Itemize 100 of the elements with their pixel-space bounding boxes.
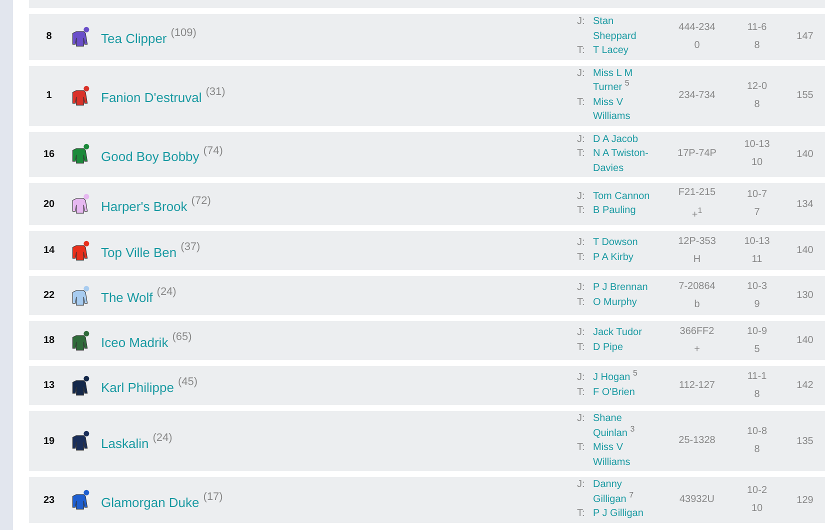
horse-name[interactable]: Top Ville Ben xyxy=(101,245,177,260)
trainer-label: T: xyxy=(577,250,586,265)
trainer-label: T: xyxy=(577,296,586,310)
trainer-name[interactable]: D Pipe xyxy=(593,340,655,356)
runner-number: 1 xyxy=(45,90,53,101)
runner-number: 19 xyxy=(42,436,56,447)
horse-rating: (31) xyxy=(206,86,226,98)
age-text: 8 xyxy=(754,388,760,402)
form-text: 17P-74P xyxy=(678,147,716,162)
runner-number: 20 xyxy=(42,198,56,210)
jockey-name[interactable]: P J Brennan xyxy=(593,281,655,296)
horse-rating: (109) xyxy=(170,27,196,40)
horse-rating: (24) xyxy=(156,286,176,298)
runner-row[interactable]: 18 Iceo Madrik (65) J: Jack Tudor T: D Pipe 366FF2 + 10-9 5 140 xyxy=(29,321,825,360)
trainer-label: T: xyxy=(577,441,586,456)
horse-name[interactable]: Laskalin xyxy=(101,436,149,451)
runner-row[interactable]: 8 Tea Clipper (109) J: Stan Sheppard T: T Lacey 444-234 0 11-6 8 147 xyxy=(29,14,825,60)
trainer-name[interactable]: N A Twiston-Davies xyxy=(593,147,655,176)
form-text: H xyxy=(693,252,701,267)
age-text: 8 xyxy=(754,443,760,458)
horse-name[interactable]: The Wolf xyxy=(101,290,153,306)
form-text: +$^{1}$ xyxy=(692,205,702,222)
jockey-name[interactable]: Tom Cannon xyxy=(593,190,655,204)
age-text: 5 xyxy=(754,342,760,357)
official-rating: 155 xyxy=(796,90,814,101)
runner-number: 8 xyxy=(45,31,53,42)
jockey-name[interactable]: Danny Gilligan $^{7}$ xyxy=(593,478,655,508)
runner-number: 13 xyxy=(42,380,56,392)
form-text: 444-234 xyxy=(678,20,716,35)
jockey-label: J: xyxy=(577,66,586,80)
trainer-name[interactable]: P A Kirby xyxy=(593,250,655,266)
weight-text: 10-7 xyxy=(746,188,767,202)
form-text: 234-734 xyxy=(678,88,716,102)
jockey-name[interactable]: D A Jacob xyxy=(593,132,655,147)
age-text: 7 xyxy=(754,206,760,220)
horse-name[interactable]: Good Boy Bobby xyxy=(101,148,200,164)
age-text: 10 xyxy=(751,502,763,516)
runner-number: 14 xyxy=(42,245,56,256)
jockey-name[interactable]: Jack Tudor xyxy=(593,326,655,341)
official-rating: 130 xyxy=(796,290,814,302)
age-text: 11 xyxy=(752,252,762,267)
horse-name[interactable]: Glamorgan Duke xyxy=(101,494,200,510)
age-text: 8 xyxy=(754,38,760,53)
jockey-name[interactable]: Miss L M Turner $^{5}$ xyxy=(593,66,655,96)
horse-name[interactable]: Karl Philippe xyxy=(101,380,174,396)
runner-number: 22 xyxy=(42,290,56,302)
runner-number: 23 xyxy=(42,494,56,506)
horse-name[interactable]: Fanion D'estruval xyxy=(101,90,202,105)
runner-row[interactable]: 14 Top Ville Ben (37) J: T Dowson T: P A Kirby 12P-353 H 10-13 11 140 xyxy=(29,231,825,270)
form-text: F21-215 xyxy=(678,186,716,200)
horse-rating: (37) xyxy=(180,241,200,254)
horse-name[interactable]: Tea Clipper xyxy=(101,31,167,46)
form-text: 0 xyxy=(694,38,700,53)
trainer-label: T: xyxy=(577,44,586,58)
official-rating: 147 xyxy=(796,31,814,42)
age-text: 10 xyxy=(751,156,763,170)
horse-rating: (65) xyxy=(172,331,192,344)
horse-name[interactable]: Iceo Madrik xyxy=(101,335,168,350)
trainer-name[interactable]: B Pauling xyxy=(593,204,655,219)
form-text: b xyxy=(694,298,700,312)
jockey-label: J: xyxy=(577,15,586,29)
trainer-name[interactable]: Miss V Williams xyxy=(593,96,655,124)
jockey-name[interactable]: Stan Sheppard xyxy=(593,15,655,44)
horse-name[interactable]: Harper's Brook xyxy=(101,198,188,214)
weight-text: 10-9 xyxy=(746,324,767,339)
horse-rating: (24) xyxy=(152,432,172,444)
runner-row[interactable]: 13 Karl Philippe (45) J: J Hogan $^{5}$ T: F O'Brien 112-127 11-1 8 142 xyxy=(29,366,825,406)
official-rating: 135 xyxy=(796,436,814,447)
trainer-label: T: xyxy=(577,96,586,110)
trainer-name[interactable]: P J Gilligan xyxy=(593,507,655,522)
jockey-name[interactable]: T Dowson xyxy=(593,236,655,251)
trainer-name[interactable]: F O'Brien xyxy=(593,386,655,400)
official-rating: 140 xyxy=(796,245,814,256)
weight-text: 10-8 xyxy=(746,425,767,440)
runner-row[interactable]: 22 The Wolf (24) J: P J Brennan T: O Murphy 7-20864 b 10-3 9 130 xyxy=(29,276,825,316)
official-rating: 140 xyxy=(796,335,814,346)
runner-row[interactable]: 23 Glamorgan Duke (17) J: Danny Gilligan $^{7}$ T: P J Gilligan 43932U 10-2 10 129 xyxy=(29,477,825,523)
weight-text: 10-13 xyxy=(744,234,770,249)
form-text: 25-1328 xyxy=(678,434,716,448)
jockey-name[interactable]: J Hogan $^{5}$ xyxy=(593,371,655,386)
runner-row[interactable]: 20 Harper's Brook (72) J: Tom Cannon T: B Pauling F21-215 +$^{1}$ 10-7 7 134 xyxy=(29,183,825,226)
jockey-label: J: xyxy=(577,281,586,296)
jockey-name[interactable]: Shane Quinlan $^{3}$ xyxy=(593,412,655,442)
jockey-label: J: xyxy=(577,326,586,340)
jockey-label: J: xyxy=(577,371,586,386)
runner-row[interactable]: 19 Laskalin (24) J: Shane Quinlan $^{3}$ T: Miss V Williams 25-1328 10-8 8 135 xyxy=(29,411,825,472)
form-text: 366FF2 xyxy=(680,324,714,339)
weight-text: 11-6 xyxy=(747,20,767,35)
runner-number: 18 xyxy=(42,335,56,346)
age-text: 8 xyxy=(754,98,760,112)
trainer-name[interactable]: Miss V Williams xyxy=(593,441,655,470)
age-text: 9 xyxy=(754,298,760,312)
trainer-name[interactable]: O Murphy xyxy=(593,296,655,310)
form-text: + xyxy=(694,342,700,357)
weight-text: 10-13 xyxy=(744,138,770,152)
horse-rating: (45) xyxy=(178,376,198,388)
trainer-label: T: xyxy=(577,340,586,355)
runner-row[interactable]: 1 Fanion D'estruval (31) J: Miss L M Turner $^{5}$ T: Miss V Williams 234-734 12-0 8 155 xyxy=(29,66,825,126)
trainer-name[interactable]: T Lacey xyxy=(593,44,655,58)
runner-row[interactable]: 16 Good Boy Bobby (74) J: D A Jacob T: N A Twiston-Davies 17P-74P 10-13 10 140 xyxy=(29,132,825,177)
